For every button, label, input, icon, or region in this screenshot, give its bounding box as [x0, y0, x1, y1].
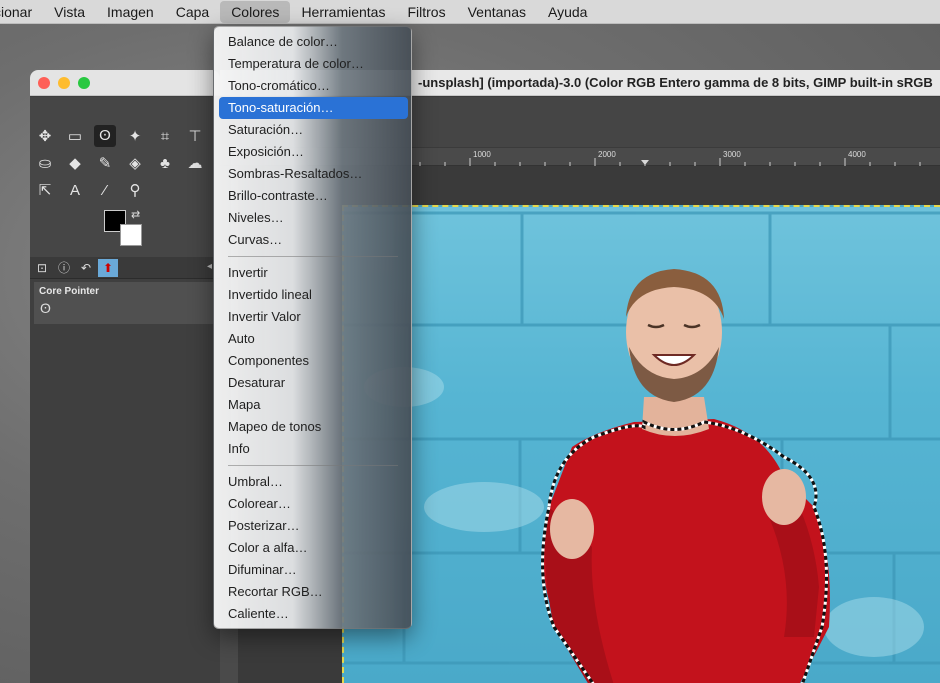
menu-item-curvas[interactable]: Curvas…	[219, 229, 408, 251]
ruler-label-2000: 2000	[598, 150, 616, 159]
menu-ayuda[interactable]: Ayuda	[537, 0, 598, 24]
image-canvas[interactable]	[342, 205, 940, 683]
menu-seleccionar[interactable]: cionar	[0, 0, 43, 24]
menu-filtros[interactable]: Filtros	[396, 0, 456, 24]
menu-separator	[228, 256, 398, 257]
photo-content	[344, 211, 940, 683]
paint-dynamics-tool-icon[interactable]: ◆	[64, 153, 86, 175]
menu-item-colorear[interactable]: Colorear…	[219, 493, 408, 515]
menu-vista[interactable]: Vista	[43, 0, 96, 24]
menu-item-difuminar[interactable]: Difuminar…	[219, 559, 408, 581]
crop-tool-icon[interactable]: ⌗	[154, 126, 176, 148]
menu-item-auto[interactable]: Auto	[219, 328, 408, 350]
background-color-swatch[interactable]	[120, 224, 142, 246]
close-window-button[interactable]	[38, 77, 50, 89]
menu-imagen[interactable]: Imagen	[96, 0, 165, 24]
colores-dropdown-menu: Balance de color… Temperatura de color… …	[213, 26, 412, 629]
ruler-label-3000: 3000	[723, 150, 741, 159]
free-select-tool-icon[interactable]: ʘ	[94, 125, 116, 147]
ruler-label-4000: 4000	[848, 150, 866, 159]
pointer-panel: Core Pointer ʘ	[34, 282, 216, 324]
menu-item-mapeo-de-tonos[interactable]: Mapeo de tonos	[219, 416, 408, 438]
menu-separator	[228, 465, 398, 466]
pointer-panel-title: Core Pointer	[39, 286, 100, 297]
menu-item-temperatura-de-color[interactable]: Temperatura de color…	[219, 53, 408, 75]
fuzzy-select-tool-icon[interactable]: ✦	[124, 126, 146, 148]
dock-tabs: ⊡ ⓘ ↶ ⬆ ◂	[30, 257, 220, 279]
swap-colors-icon[interactable]: ⇄	[131, 208, 140, 221]
menu-item-niveles[interactable]: Niveles…	[219, 207, 408, 229]
menu-item-posterizar[interactable]: Posterizar…	[219, 515, 408, 537]
tool-palette: ✥ ▭ ʘ ✦ ⌗ ⊤ ⛀ ◆ ✎ ◈ ♣ ☁ ⇱ A ⁄ ⚲ ⇄	[30, 97, 220, 257]
rect-select-tool-icon[interactable]: ▭	[64, 126, 86, 148]
menu-item-color-a-alfa[interactable]: Color a alfa…	[219, 537, 408, 559]
menu-item-sombras-resaltados[interactable]: Sombras-Resaltados…	[219, 163, 408, 185]
zoom-window-button[interactable]	[78, 77, 90, 89]
device-status-tab-icon[interactable]: ⓘ	[54, 259, 74, 277]
undo-history-tab-icon[interactable]: ↶	[76, 259, 96, 277]
menu-item-invertido-lineal[interactable]: Invertido lineal	[219, 284, 408, 306]
eraser-tool-icon[interactable]: ◈	[124, 153, 146, 175]
menu-colores[interactable]: Colores	[220, 0, 291, 23]
tab-menu-icon[interactable]: ◂	[207, 261, 212, 272]
toolbox-window: ✥ ▭ ʘ ✦ ⌗ ⊤ ⛀ ◆ ✎ ◈ ♣ ☁ ⇱ A ⁄ ⚲ ⇄ ⊡ ⓘ ↶ …	[30, 70, 220, 683]
menu-item-invertir-valor[interactable]: Invertir Valor	[219, 306, 408, 328]
bucket-fill-tool-icon[interactable]: ⛀	[34, 153, 56, 175]
menu-item-tono-saturacion[interactable]: Tono-saturación…	[219, 97, 408, 119]
menu-ventanas[interactable]: Ventanas	[457, 0, 537, 24]
menu-item-caliente[interactable]: Caliente…	[219, 603, 408, 625]
warp-tool-icon[interactable]: ⇱	[34, 180, 56, 202]
menu-item-invertir[interactable]: Invertir	[219, 262, 408, 284]
color-picker-tool-icon[interactable]: ⁄	[94, 180, 116, 202]
paintbrush-tool-icon[interactable]: ✎	[94, 153, 116, 175]
menu-item-umbral[interactable]: Umbral…	[219, 471, 408, 493]
lasso-icon: ʘ	[40, 300, 51, 316]
menu-item-mapa[interactable]: Mapa	[219, 394, 408, 416]
menu-item-tono-cromatico[interactable]: Tono-cromático…	[219, 75, 408, 97]
menu-item-exposicion[interactable]: Exposición…	[219, 141, 408, 163]
ruler-label-1000: 1000	[473, 150, 491, 159]
menu-item-saturacion[interactable]: Saturación…	[219, 119, 408, 141]
menu-capa[interactable]: Capa	[165, 0, 220, 24]
menu-item-balance-de-color[interactable]: Balance de color…	[219, 31, 408, 53]
minimize-window-button[interactable]	[58, 77, 70, 89]
text-a-tool-icon[interactable]: A	[64, 180, 86, 202]
app-menubar: cionar Vista Imagen Capa Colores Herrami…	[0, 0, 940, 24]
menu-item-info[interactable]: Info	[219, 438, 408, 460]
clone-tool-icon[interactable]: ♣	[154, 153, 176, 175]
menu-herramientas[interactable]: Herramientas	[290, 0, 396, 24]
zoom-tool-icon[interactable]: ⚲	[124, 180, 146, 202]
menu-item-recortar-rgb[interactable]: Recortar RGB…	[219, 581, 408, 603]
toolbox-titlebar	[30, 70, 220, 96]
pointer-tab-icon[interactable]: ⬆	[98, 259, 118, 277]
tool-options-tab-icon[interactable]: ⊡	[32, 259, 52, 277]
move-tool-icon[interactable]: ✥	[34, 126, 56, 148]
menu-item-desaturar[interactable]: Desaturar	[219, 372, 408, 394]
text-tool-icon[interactable]: ⊤	[184, 126, 206, 148]
smudge-tool-icon[interactable]: ☁	[184, 153, 206, 175]
menu-item-componentes[interactable]: Componentes	[219, 350, 408, 372]
menu-item-brillo-contraste[interactable]: Brillo-contraste…	[219, 185, 408, 207]
